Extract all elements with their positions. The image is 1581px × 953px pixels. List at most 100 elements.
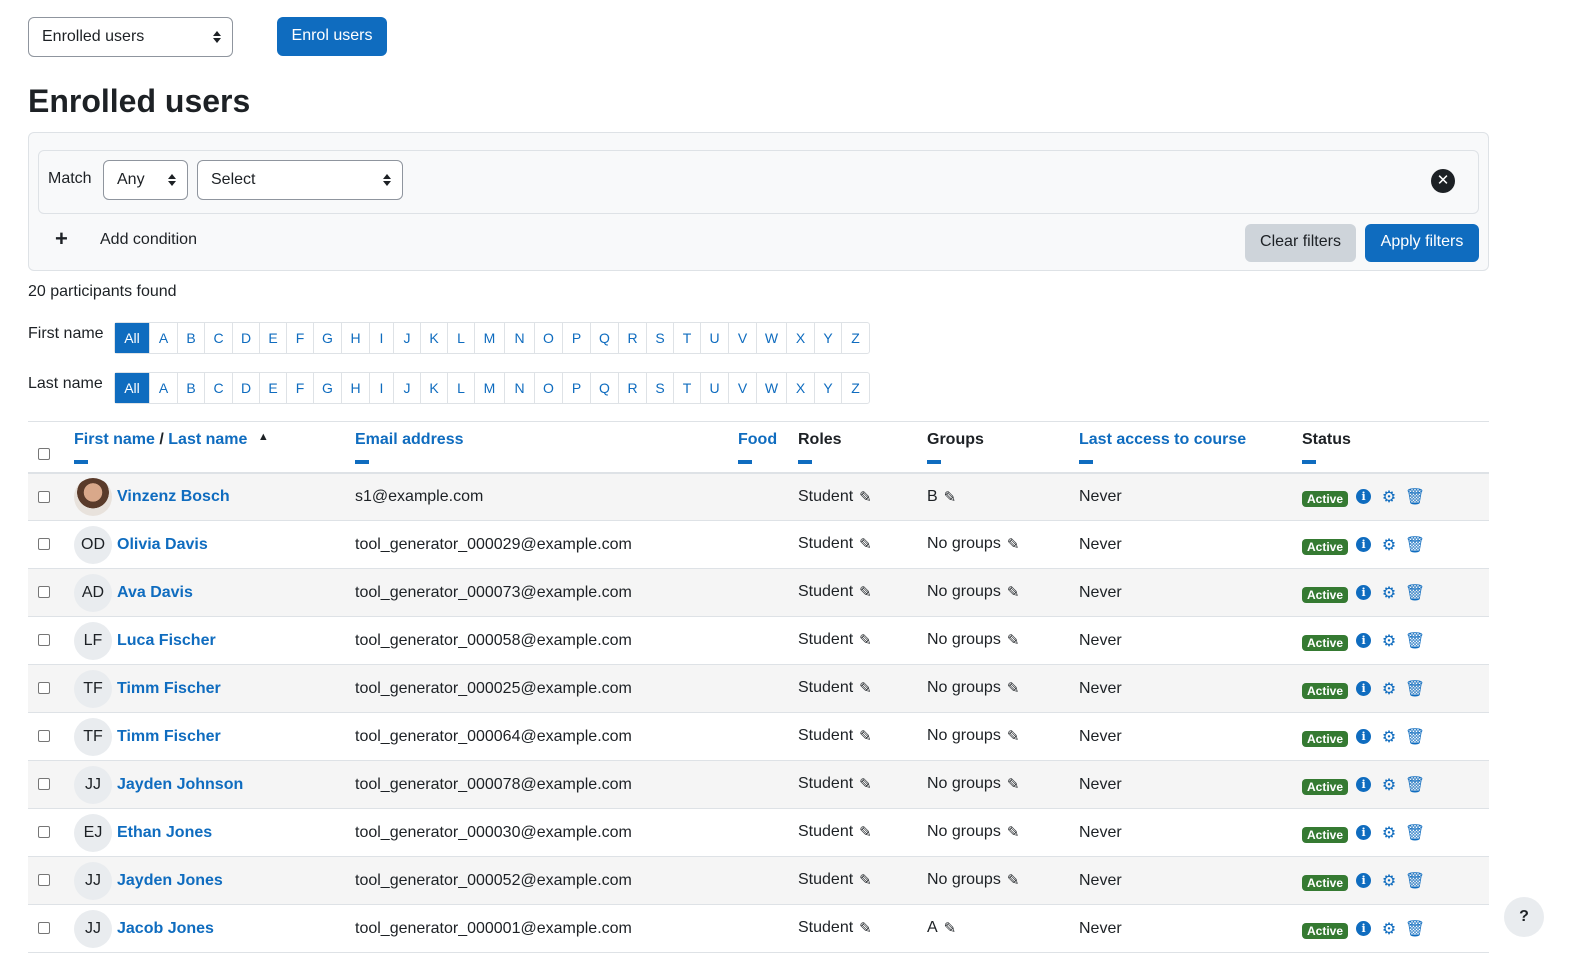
last-name-initial-x[interactable]: X: [786, 373, 814, 403]
row-checkbox[interactable]: [38, 778, 50, 791]
last-name-initial-l[interactable]: L: [447, 373, 474, 403]
first-name-initial-g[interactable]: G: [313, 323, 341, 353]
collapse-column-icon[interactable]: [738, 460, 752, 464]
remove-condition-icon[interactable]: ✕: [1431, 169, 1455, 193]
user-name-link[interactable]: Jayden Jones: [117, 872, 223, 889]
first-name-initial-l[interactable]: L: [447, 323, 474, 353]
last-name-initial-p[interactable]: P: [562, 373, 590, 403]
last-name-initial-s[interactable]: S: [646, 373, 673, 403]
first-name-initial-f[interactable]: F: [286, 323, 313, 353]
first-name-initial-p[interactable]: P: [562, 323, 590, 353]
user-name-link[interactable]: Ava Davis: [117, 584, 193, 601]
user-name-link[interactable]: Vinzenz Bosch: [117, 488, 230, 505]
last-name-initial-f[interactable]: F: [286, 373, 313, 403]
row-checkbox[interactable]: [38, 586, 50, 599]
edit-roles-pencil-icon[interactable]: ✎: [859, 919, 872, 937]
last-name-initial-w[interactable]: W: [756, 373, 786, 403]
sort-last-name-link[interactable]: Last name: [168, 431, 247, 448]
edit-roles-pencil-icon[interactable]: ✎: [859, 488, 872, 506]
first-name-initial-i[interactable]: I: [369, 323, 393, 353]
edit-roles-pencil-icon[interactable]: ✎: [859, 775, 872, 793]
row-checkbox[interactable]: [38, 826, 50, 839]
last-name-initial-b[interactable]: B: [177, 373, 204, 403]
edit-groups-pencil-icon[interactable]: ✎: [1007, 871, 1020, 889]
last-name-initial-m[interactable]: M: [474, 373, 504, 403]
last-name-initial-o[interactable]: O: [534, 373, 562, 403]
gear-icon[interactable]: ⚙: [1378, 679, 1400, 699]
first-name-initial-y[interactable]: Y: [814, 323, 841, 353]
trash-icon[interactable]: 🗑: [1400, 631, 1430, 651]
trash-icon[interactable]: 🗑: [1400, 679, 1430, 699]
info-icon[interactable]: i: [1356, 921, 1372, 936]
last-name-initial-h[interactable]: H: [341, 373, 369, 403]
info-icon[interactable]: i: [1356, 729, 1372, 744]
sort-first-name-link[interactable]: First name: [74, 431, 155, 448]
edit-roles-pencil-icon[interactable]: ✎: [859, 871, 872, 889]
edit-groups-pencil-icon[interactable]: ✎: [1007, 679, 1020, 697]
first-name-initial-v[interactable]: V: [728, 323, 756, 353]
trash-icon[interactable]: 🗑: [1400, 583, 1430, 603]
last-name-initial-t[interactable]: T: [673, 373, 700, 403]
first-name-initial-o[interactable]: O: [534, 323, 562, 353]
last-name-initial-a[interactable]: A: [149, 373, 177, 403]
trash-icon[interactable]: 🗑: [1400, 535, 1430, 555]
row-checkbox[interactable]: [38, 538, 50, 551]
first-name-initial-h[interactable]: H: [341, 323, 369, 353]
first-name-initial-c[interactable]: C: [204, 323, 232, 353]
first-name-initial-z[interactable]: Z: [841, 323, 869, 353]
edit-groups-pencil-icon[interactable]: ✎: [944, 919, 957, 937]
edit-roles-pencil-icon[interactable]: ✎: [859, 679, 872, 697]
gear-icon[interactable]: ⚙: [1378, 535, 1400, 555]
last-name-initial-v[interactable]: V: [728, 373, 756, 403]
info-icon[interactable]: i: [1356, 681, 1372, 696]
info-icon[interactable]: i: [1356, 537, 1372, 552]
trash-icon[interactable]: 🗑: [1400, 487, 1430, 507]
edit-groups-pencil-icon[interactable]: ✎: [1007, 631, 1020, 649]
user-name-link[interactable]: Luca Fischer: [117, 632, 216, 649]
last-name-initial-all[interactable]: All: [115, 373, 149, 403]
edit-groups-pencil-icon[interactable]: ✎: [1007, 535, 1020, 553]
gear-icon[interactable]: ⚙: [1378, 919, 1400, 939]
user-name-link[interactable]: Timm Fischer: [117, 680, 221, 697]
first-name-initial-m[interactable]: M: [474, 323, 504, 353]
match-select[interactable]: Any: [103, 160, 188, 200]
first-name-initial-n[interactable]: N: [504, 323, 534, 353]
user-name-link[interactable]: Ethan Jones: [117, 824, 212, 841]
gear-icon[interactable]: ⚙: [1378, 823, 1400, 843]
first-name-initial-a[interactable]: A: [149, 323, 177, 353]
first-name-initial-u[interactable]: U: [700, 323, 728, 353]
first-name-initial-k[interactable]: K: [420, 323, 447, 353]
trash-icon[interactable]: 🗑: [1400, 871, 1430, 891]
info-icon[interactable]: i: [1356, 873, 1372, 888]
collapse-column-icon[interactable]: [355, 460, 369, 464]
first-name-initial-t[interactable]: T: [673, 323, 700, 353]
help-button[interactable]: ?: [1504, 897, 1544, 937]
collapse-column-icon[interactable]: [1079, 460, 1093, 464]
gear-icon[interactable]: ⚙: [1378, 727, 1400, 747]
edit-groups-pencil-icon[interactable]: ✎: [944, 488, 957, 506]
first-name-initial-q[interactable]: Q: [590, 323, 618, 353]
sort-last-access-link[interactable]: Last access to course: [1079, 431, 1246, 448]
first-name-initial-b[interactable]: B: [177, 323, 204, 353]
edit-groups-pencil-icon[interactable]: ✎: [1007, 823, 1020, 841]
last-name-initial-r[interactable]: R: [618, 373, 646, 403]
apply-filters-button[interactable]: Apply filters: [1365, 224, 1479, 262]
first-name-initial-w[interactable]: W: [756, 323, 786, 353]
trash-icon[interactable]: 🗑: [1400, 775, 1430, 795]
gear-icon[interactable]: ⚙: [1378, 775, 1400, 795]
collapse-column-icon[interactable]: [74, 460, 88, 464]
row-checkbox[interactable]: [38, 922, 50, 935]
first-name-initial-s[interactable]: S: [646, 323, 673, 353]
add-condition-button[interactable]: + Add condition: [55, 226, 235, 253]
last-name-initial-i[interactable]: I: [369, 373, 393, 403]
select-all-checkbox[interactable]: [38, 447, 50, 460]
edit-roles-pencil-icon[interactable]: ✎: [859, 583, 872, 601]
enrol-users-button[interactable]: Enrol users: [277, 17, 387, 56]
first-name-initial-d[interactable]: D: [232, 323, 259, 353]
trash-icon[interactable]: 🗑: [1400, 727, 1430, 747]
last-name-initial-y[interactable]: Y: [814, 373, 841, 403]
info-icon[interactable]: i: [1356, 489, 1372, 505]
collapse-column-icon[interactable]: [1302, 460, 1316, 464]
edit-roles-pencil-icon[interactable]: ✎: [859, 823, 872, 841]
sort-food-link[interactable]: Food: [738, 431, 777, 448]
